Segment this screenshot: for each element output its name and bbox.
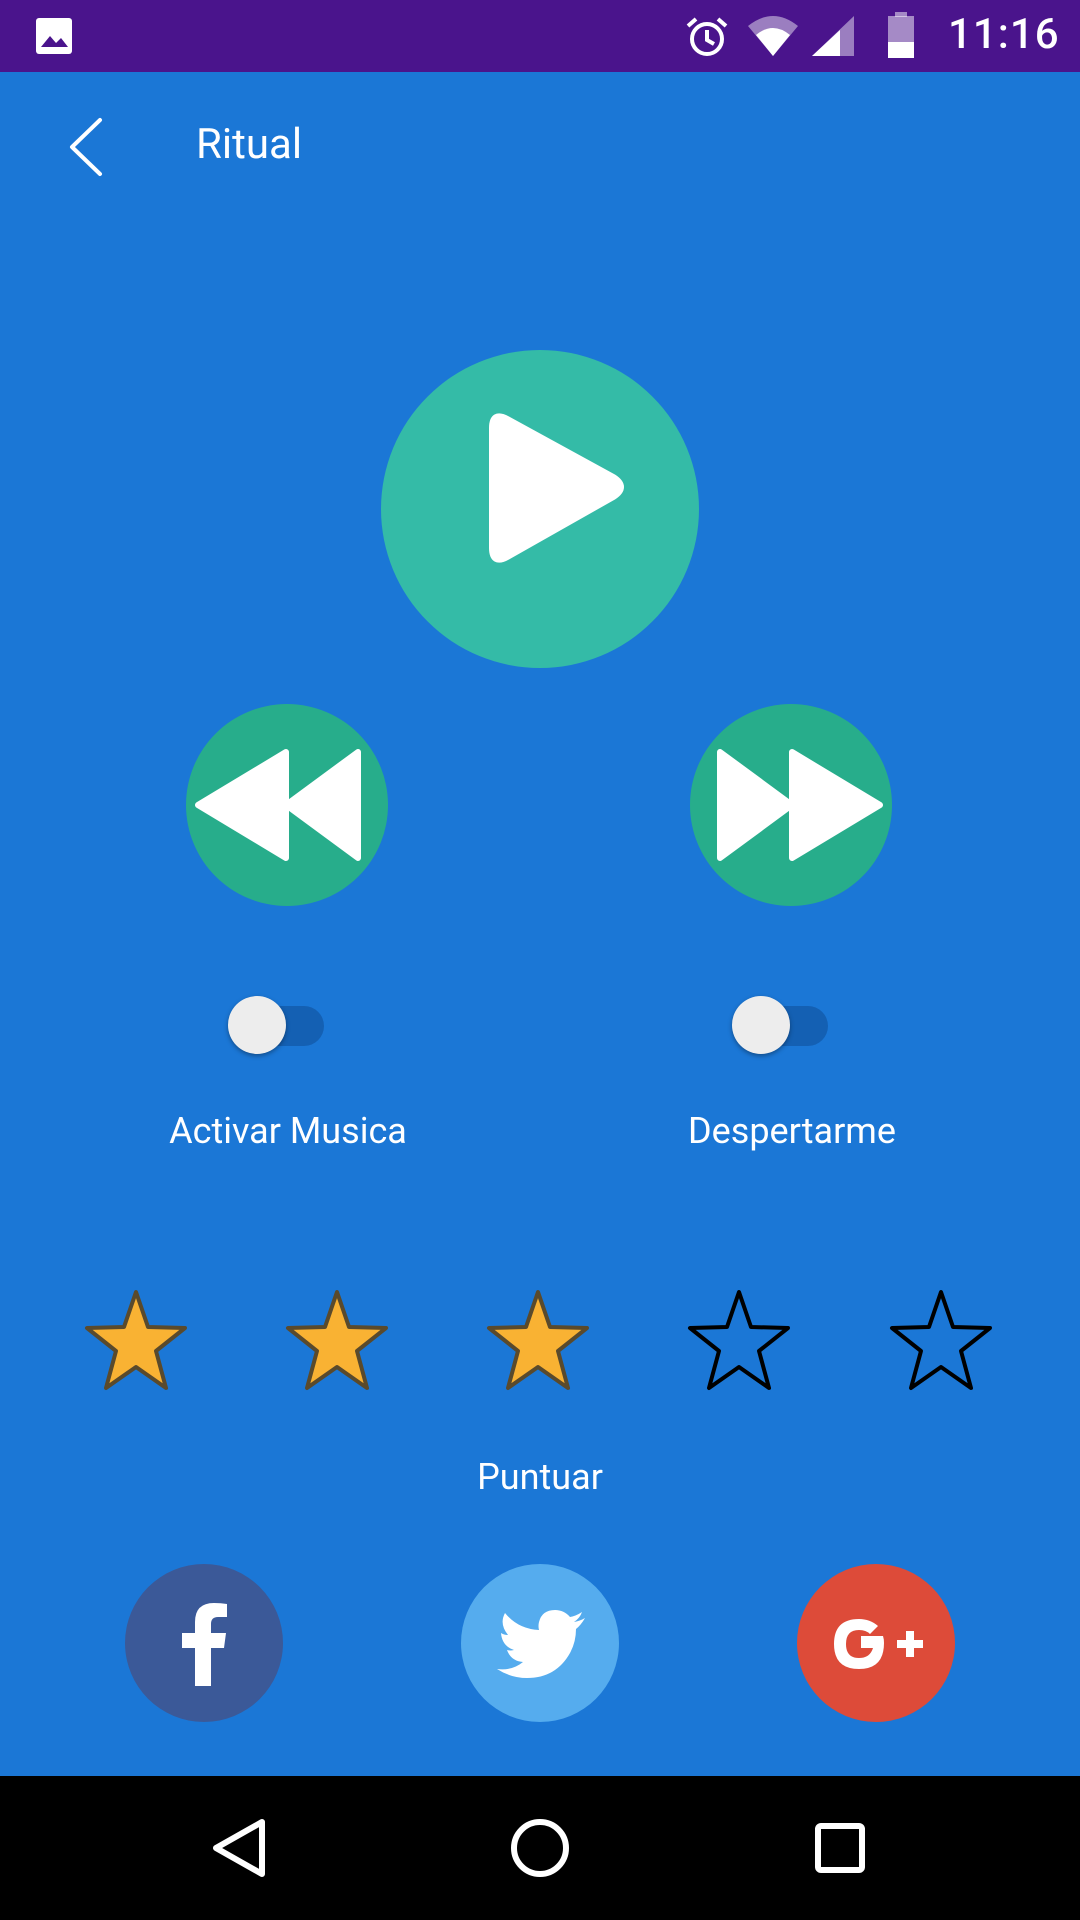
navigation-bar (0, 1776, 1080, 1920)
toggle-thumb (228, 996, 286, 1054)
rating-label: Puntuar (477, 1456, 603, 1498)
fast-forward-icon (717, 749, 883, 861)
facebook-icon (182, 1603, 227, 1686)
alarm-icon (686, 17, 728, 56)
battery-icon (888, 12, 914, 58)
recents-square-icon[interactable] (804, 1812, 876, 1884)
gallery-icon (36, 18, 72, 54)
star-4-icon[interactable] (684, 1288, 794, 1392)
status-time: 11:16 (948, 10, 1060, 59)
google-plus-icon (834, 1619, 923, 1669)
status-bar: 11:16 (0, 0, 1080, 72)
wifi-icon (748, 16, 798, 56)
rewind-icon (195, 749, 361, 861)
twitter-button[interactable] (461, 1564, 619, 1722)
twitter-icon (497, 1610, 585, 1678)
toggle-thumb (732, 996, 790, 1054)
google-plus-button[interactable] (797, 1564, 955, 1722)
wake-toggle-label: Despertarme (688, 1110, 896, 1152)
app-bar: Ritual (0, 72, 1080, 222)
star-5-icon[interactable] (886, 1288, 996, 1392)
star-2-icon[interactable] (282, 1288, 392, 1392)
star-3-icon[interactable] (483, 1288, 593, 1392)
music-toggle[interactable] (228, 992, 328, 1054)
wake-toggle[interactable] (732, 992, 832, 1054)
signal-icon (812, 16, 854, 56)
play-icon (489, 413, 624, 563)
star-1-icon[interactable] (81, 1288, 191, 1392)
fast-forward-button[interactable] (690, 704, 892, 906)
rewind-button[interactable] (186, 704, 388, 906)
chevron-left-icon[interactable] (58, 112, 118, 182)
page-title: Ritual (196, 120, 303, 169)
facebook-button[interactable] (125, 1564, 283, 1722)
home-circle-icon[interactable] (504, 1812, 576, 1884)
music-toggle-label: Activar Musica (169, 1110, 407, 1152)
back-triangle-icon[interactable] (204, 1812, 276, 1884)
play-button[interactable] (381, 350, 699, 668)
